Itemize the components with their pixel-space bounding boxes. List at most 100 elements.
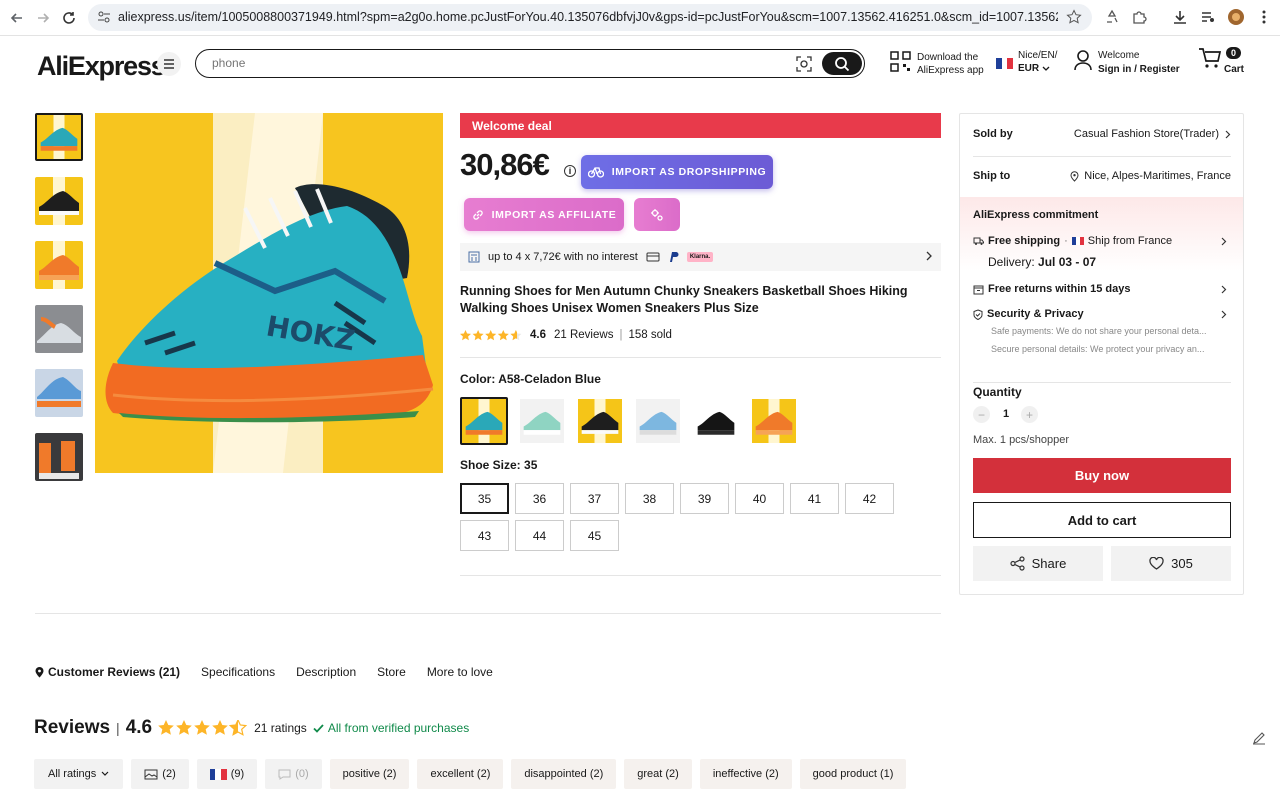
- buy-now-button[interactable]: Buy now: [973, 458, 1231, 493]
- size-option[interactable]: 43: [460, 520, 509, 551]
- site-settings-icon[interactable]: [97, 10, 111, 24]
- color-swatch-6[interactable]: [750, 397, 798, 445]
- quantity-increase-button[interactable]: +: [1021, 406, 1038, 423]
- thumbnail-6[interactable]: [35, 433, 83, 481]
- size-option[interactable]: 38: [625, 483, 674, 514]
- image-search-icon[interactable]: [796, 56, 812, 72]
- forward-icon[interactable]: [33, 8, 53, 28]
- size-label: Shoe Size: 35: [460, 458, 537, 472]
- download-icon[interactable]: [1171, 8, 1191, 28]
- france-flag-icon: [996, 58, 1013, 69]
- review-filters: All ratings (2) (9) (0) positive (2) exc…: [34, 759, 906, 789]
- menu-button[interactable]: [157, 52, 181, 76]
- tab-customer-reviews[interactable]: Customer Reviews (21): [35, 665, 180, 679]
- chevron-right-icon: [1221, 310, 1227, 319]
- tab-more-to-love[interactable]: More to love: [427, 665, 493, 679]
- reload-icon[interactable]: [59, 8, 79, 28]
- tab-specifications[interactable]: Specifications: [201, 665, 275, 679]
- thumbnail-2[interactable]: [35, 177, 83, 225]
- account-menu[interactable]: Welcome Sign in / Register: [1073, 49, 1093, 71]
- filter-tag-positive[interactable]: positive (2): [330, 759, 410, 789]
- filter-tag-disappointed[interactable]: disappointed (2): [511, 759, 616, 789]
- cart-link[interactable]: 0 Cart: [1198, 47, 1222, 69]
- browser-menu-icon[interactable]: [1255, 8, 1275, 28]
- ship-to-row[interactable]: Ship to Nice, Alpes-Maritimes, France: [973, 170, 1231, 182]
- filter-tag-great[interactable]: great (2): [624, 759, 692, 789]
- security-row[interactable]: Security & Privacy: [973, 308, 1231, 320]
- address-bar[interactable]: aliexpress.us/item/1005008800371949.html…: [88, 4, 1092, 31]
- commitment-heading: AliExpress commitment: [973, 209, 1231, 221]
- max-per-shopper-note: Max. 1 pcs/shopper: [973, 434, 1069, 446]
- extensions-puzzle-icon[interactable]: [1131, 8, 1151, 28]
- thumbnail-5[interactable]: [35, 369, 83, 417]
- profile-avatar-icon[interactable]: [1227, 8, 1247, 28]
- add-to-cart-button[interactable]: Add to cart: [973, 502, 1231, 538]
- price: 30,86€: [460, 147, 549, 183]
- import-dropshipping-button[interactable]: IMPORT AS DROPSHIPPING: [581, 155, 773, 189]
- tab-description[interactable]: Description: [296, 665, 356, 679]
- size-option[interactable]: 40: [735, 483, 784, 514]
- filter-with-photos[interactable]: (2): [131, 759, 188, 789]
- rating-row[interactable]: 4.6 21 Reviews | 158 sold: [460, 329, 672, 341]
- download-app-link[interactable]: Download the AliExpress app: [890, 51, 984, 77]
- filter-all-ratings[interactable]: All ratings: [34, 759, 123, 789]
- size-option[interactable]: 36: [515, 483, 564, 514]
- secure-details-text: Secure personal details: We protect your…: [991, 344, 1221, 354]
- size-option[interactable]: 39: [680, 483, 729, 514]
- review-count-link[interactable]: 21 Reviews: [554, 329, 613, 341]
- edit-pencil-icon[interactable]: [1252, 731, 1266, 745]
- wishlist-button[interactable]: 305: [1111, 546, 1231, 581]
- color-label: Color: A58-Celadon Blue: [460, 372, 601, 386]
- thumbnail-4[interactable]: [35, 305, 83, 353]
- thumbnail-3[interactable]: [35, 241, 83, 289]
- france-flag-icon: [210, 769, 227, 780]
- aliexpress-logo[interactable]: AliExpress: [37, 51, 165, 82]
- lang-line1: Nice/EN/: [1018, 49, 1057, 62]
- filter-tag-ineffective[interactable]: ineffective (2): [700, 759, 792, 789]
- bicycle-icon: [588, 166, 604, 178]
- thumbnail-1[interactable]: [35, 113, 83, 161]
- chevron-right-icon: [1225, 130, 1231, 139]
- installment-row[interactable]: up to 4 x 7,72€ with no interest Klarna.: [460, 243, 941, 271]
- ship-to-location: Nice, Alpes-Maritimes, France: [1084, 170, 1231, 182]
- location-pin-icon: [35, 667, 44, 678]
- import-settings-button[interactable]: [634, 198, 680, 231]
- color-swatch-3[interactable]: [576, 397, 624, 445]
- bookmark-star-icon[interactable]: [1066, 9, 1082, 25]
- share-button[interactable]: Share: [973, 546, 1103, 581]
- filter-country-france[interactable]: (9): [197, 759, 257, 789]
- size-option[interactable]: 44: [515, 520, 564, 551]
- extension-recycle-icon[interactable]: [1103, 8, 1123, 28]
- color-swatch-2[interactable]: [518, 397, 566, 445]
- size-option[interactable]: 41: [790, 483, 839, 514]
- free-returns-row[interactable]: Free returns within 15 days: [973, 283, 1231, 295]
- sold-by-row[interactable]: Sold by Casual Fashion Store(Trader): [973, 128, 1231, 140]
- product-tabs: Customer Reviews (21) Specifications Des…: [35, 665, 493, 679]
- filter-label: (2): [162, 768, 175, 780]
- size-option[interactable]: 37: [570, 483, 619, 514]
- signin-link[interactable]: Sign in / Register: [1098, 63, 1180, 77]
- rating-stars: [460, 330, 522, 341]
- back-icon[interactable]: [7, 8, 27, 28]
- quantity-value[interactable]: 1: [1003, 408, 1009, 420]
- import-affiliate-button[interactable]: IMPORT AS AFFILIATE: [464, 198, 624, 231]
- tab-store[interactable]: Store: [377, 665, 406, 679]
- free-shipping-row[interactable]: Free shipping · Ship from France: [973, 235, 1231, 247]
- quantity-decrease-button[interactable]: −: [973, 406, 990, 423]
- wishlist-count: 305: [1171, 556, 1193, 571]
- color-swatch-1[interactable]: [460, 397, 508, 445]
- filter-tag-good-product[interactable]: good product (1): [800, 759, 907, 789]
- size-option[interactable]: 45: [570, 520, 619, 551]
- size-option[interactable]: 42: [845, 483, 894, 514]
- color-swatch-4[interactable]: [634, 397, 682, 445]
- filter-tag-excellent[interactable]: excellent (2): [417, 759, 503, 789]
- search-button[interactable]: [822, 52, 862, 75]
- price-info-icon[interactable]: i: [564, 165, 576, 177]
- product-main-image[interactable]: HOKZ: [95, 113, 443, 473]
- media-queue-icon[interactable]: [1199, 8, 1219, 28]
- search-input[interactable]: [212, 54, 772, 72]
- size-option[interactable]: 35: [460, 483, 509, 514]
- color-swatch-5[interactable]: [692, 397, 740, 445]
- welcome-deal-banner: Welcome deal: [460, 113, 941, 138]
- filter-with-comments[interactable]: (0): [265, 759, 321, 789]
